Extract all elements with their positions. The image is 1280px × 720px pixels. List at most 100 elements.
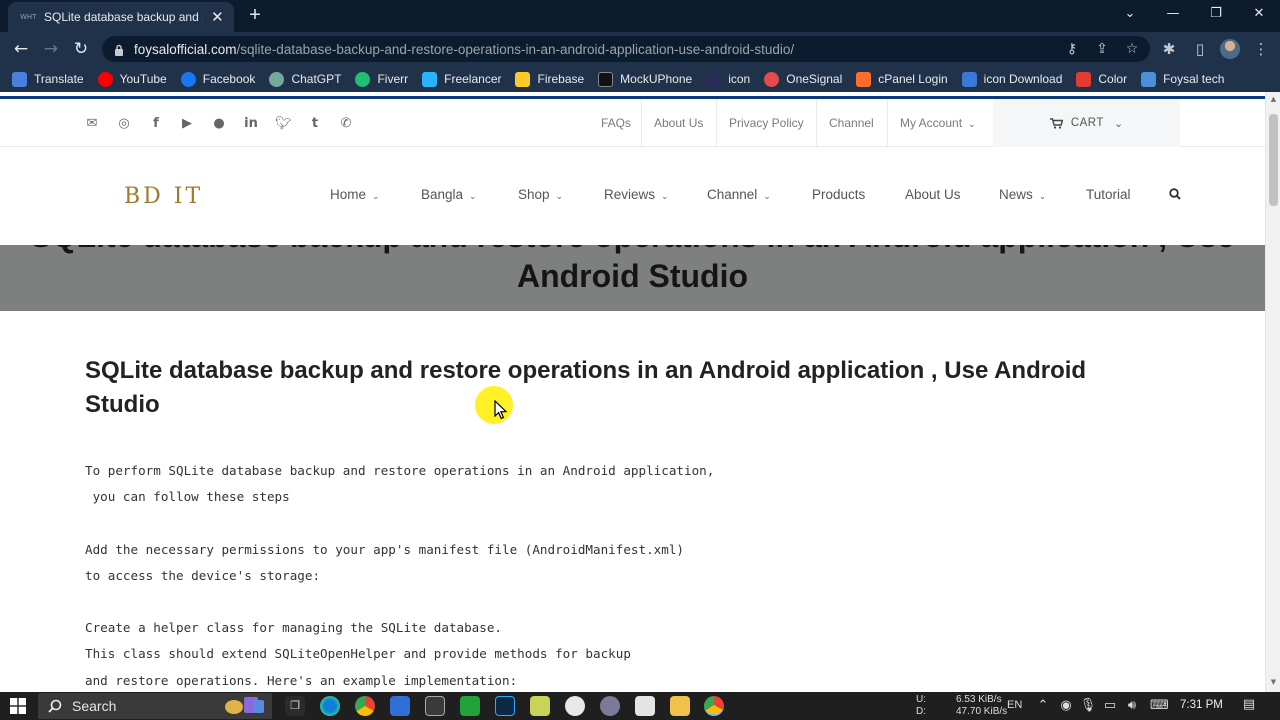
page-scrollbar[interactable]: ▲ ▼ <box>1265 92 1280 692</box>
bookmark-facebook[interactable]: Facebook <box>180 71 255 87</box>
volume-icon[interactable]: 🔊︎ <box>1123 698 1141 714</box>
instagram-icon[interactable]: ◎ <box>116 116 132 132</box>
scroll-up-arrow-icon[interactable]: ▲ <box>1269 95 1278 103</box>
toplink-about-us[interactable]: About Us <box>641 99 715 147</box>
nav-bangla[interactable]: Bangla ⌄ <box>421 187 477 202</box>
linkedin-icon[interactable]: in <box>243 116 259 132</box>
window-app-icon[interactable] <box>635 696 655 716</box>
bookmark-icon[interactable]: icon <box>706 71 750 87</box>
tumblr-icon[interactable]: t <box>307 116 323 132</box>
mockuphone-icon <box>598 71 614 87</box>
extensions-puzzle-icon[interactable]: ✱ <box>1158 38 1180 60</box>
nav-tutorial[interactable]: Tutorial <box>1086 187 1131 202</box>
fiverr-icon <box>355 71 371 87</box>
back-arrow-icon[interactable]: ← <box>10 38 32 60</box>
obs-studio-icon[interactable] <box>600 696 620 716</box>
toplink-my-account[interactable]: My Account ⌄ <box>887 99 993 147</box>
search-icon[interactable] <box>1169 188 1181 203</box>
tab-close-icon[interactable]: ✕ <box>209 8 226 26</box>
chrome-browser-icon[interactable] <box>355 696 375 716</box>
chevron-down-icon: ⌄ <box>1038 192 1047 202</box>
youtube-icon[interactable]: ▶ <box>179 116 195 132</box>
body-line: To perform SQLite database backup and re… <box>85 463 715 478</box>
post-content: SQLite database backup and restore opera… <box>85 354 1145 692</box>
browser-tab-active[interactable]: WHT SQLite database backup and rest ✕ <box>8 2 234 32</box>
facebook-icon[interactable]: f <box>148 116 164 132</box>
nav-products[interactable]: Products <box>812 187 865 202</box>
nav-shop[interactable]: Shop ⌄ <box>518 187 563 202</box>
edge-browser-icon[interactable] <box>320 696 340 716</box>
phone-icon[interactable]: ✆ <box>338 116 354 132</box>
windows-start-icon[interactable] <box>10 698 26 714</box>
network-speed-meter: U: 6.53 KiB/s D: 47.70 KiB/s <box>916 694 1008 717</box>
chrome-active-icon[interactable] <box>704 696 724 716</box>
android-studio-icon[interactable] <box>565 696 585 716</box>
scroll-down-arrow-icon[interactable]: ▼ <box>1269 678 1278 686</box>
profile-avatar[interactable] <box>1220 39 1240 59</box>
webcam-icon[interactable]: ◉ <box>1057 698 1075 714</box>
bookmark-foysal-tech[interactable]: Foysal tech <box>1141 71 1224 87</box>
email-icon[interactable]: ✉ <box>84 116 100 132</box>
minimize-icon[interactable]: — <box>1158 4 1188 24</box>
scroll-thumb[interactable] <box>1269 114 1278 206</box>
toplink-faqs[interactable]: FAQs <box>589 99 643 147</box>
site-logo[interactable]: BD IT <box>124 184 203 209</box>
restore-window-icon[interactable]: ❐ <box>1201 4 1231 24</box>
address-bar[interactable]: foysalofficial.com/sqlite-database-backu… <box>102 36 1150 62</box>
post-title: SQLite database backup and restore opera… <box>85 357 1087 418</box>
language-indicator[interactable]: EN <box>1007 699 1022 711</box>
icon-site-icon <box>706 71 722 87</box>
notifications-icon[interactable]: ▤ <box>1240 697 1258 715</box>
bookmark-cpanel-login[interactable]: cPanel Login <box>856 71 948 87</box>
photoshop-icon[interactable] <box>495 696 515 716</box>
lock-icon[interactable] <box>114 43 124 56</box>
nav-channel[interactable]: Channel ⌄ <box>707 187 771 202</box>
taskbar-clock[interactable]: 7:31 PM <box>1180 699 1223 711</box>
bookmark-youtube[interactable]: YouTube <box>97 71 167 87</box>
page-title-bar: SQLite database backup and restore opera… <box>0 245 1265 311</box>
snipping-tool-icon[interactable] <box>425 696 445 716</box>
bookmark-chatgpt[interactable]: ChatGPT <box>269 71 341 87</box>
microphone-icon[interactable]: 🎙︎ <box>1079 698 1097 714</box>
nav-home[interactable]: Home ⌄ <box>330 187 380 202</box>
show-hidden-icons-chevron-icon[interactable]: ⌃ <box>1034 698 1052 714</box>
cart-button[interactable]: CART ⌄ <box>993 99 1180 147</box>
network-icon[interactable]: ▭ <box>1101 698 1119 714</box>
chrome-menu-icon[interactable]: ⋮ <box>1250 38 1272 60</box>
app-store-icon[interactable] <box>390 696 410 716</box>
post-body: To perform SQLite database backup and re… <box>85 458 1145 692</box>
icon-download-icon <box>961 71 977 87</box>
bookmark-translate[interactable]: Translate <box>12 71 84 87</box>
password-key-icon[interactable]: ⚷ <box>1062 40 1082 58</box>
close-window-icon[interactable]: ✕ <box>1244 4 1274 24</box>
side-panel-icon[interactable]: ▯ <box>1189 38 1211 60</box>
nav-news[interactable]: News ⌄ <box>999 187 1046 202</box>
bookmark-color[interactable]: Color <box>1076 71 1127 87</box>
blogger-icon[interactable]: ● <box>211 116 227 132</box>
bookmark-star-icon[interactable]: ☆ <box>1122 40 1142 58</box>
toplink-privacy-policy[interactable]: Privacy Policy <box>716 99 816 147</box>
bookmark-fiverr[interactable]: Fiverr <box>355 71 408 87</box>
notepad-icon[interactable] <box>530 696 550 716</box>
facebook-icon <box>180 71 196 87</box>
bookmark-firebase[interactable]: Firebase <box>515 71 584 87</box>
keyboard-icon[interactable]: ⌨ <box>1150 698 1169 714</box>
file-explorer-icon[interactable] <box>670 696 690 716</box>
twitter-icon[interactable]: 🐦︎ <box>275 116 292 132</box>
task-view-icon[interactable]: ❐ <box>285 696 305 716</box>
bookmark-icon-download[interactable]: icon Download <box>961 71 1062 87</box>
forward-arrow-icon[interactable]: → <box>40 38 62 60</box>
new-tab-button[interactable]: + <box>244 4 266 26</box>
nav-reviews[interactable]: Reviews ⌄ <box>604 187 669 202</box>
camtasia-icon[interactable] <box>460 696 480 716</box>
toplink-channel[interactable]: Channel <box>816 99 886 147</box>
chatgpt-icon <box>269 71 285 87</box>
nav-about-us[interactable]: About Us <box>905 187 961 202</box>
search-icon <box>48 699 62 713</box>
bookmark-onesignal[interactable]: OneSignal <box>764 71 842 87</box>
reload-icon[interactable]: ↻ <box>70 38 92 60</box>
bookmark-mockuphone[interactable]: MockUPhone <box>598 71 692 87</box>
share-icon[interactable]: ⇪ <box>1092 40 1112 58</box>
bookmark-freelancer[interactable]: Freelancer <box>422 71 501 87</box>
tab-search-chevron-icon[interactable]: ⌄ <box>1115 4 1145 24</box>
